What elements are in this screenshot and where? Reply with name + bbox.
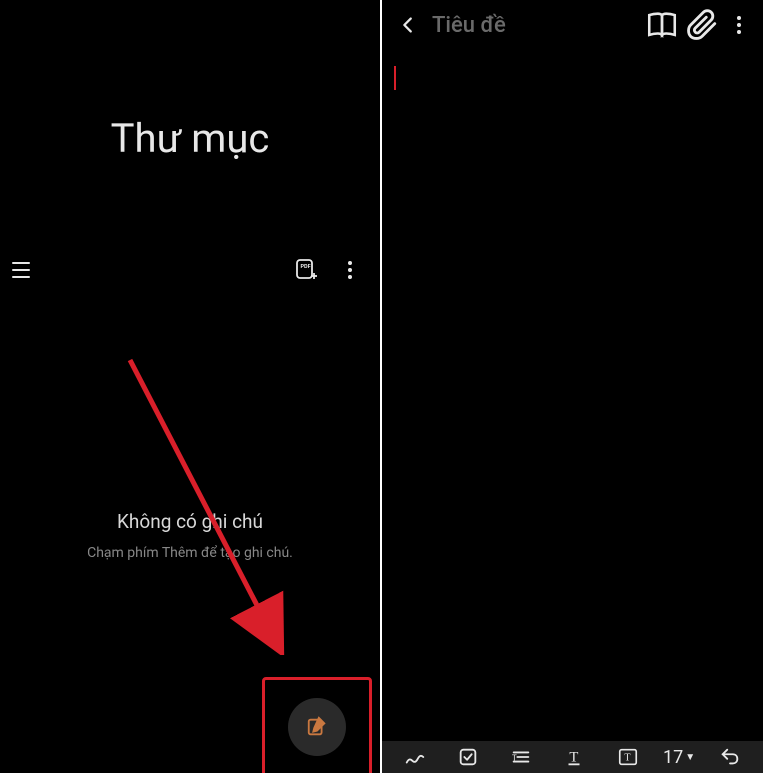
note-body[interactable] xyxy=(382,50,763,106)
editor-more-menu-icon[interactable] xyxy=(725,11,753,39)
back-button[interactable] xyxy=(392,9,424,41)
text-cursor xyxy=(394,66,396,90)
more-menu-icon[interactable] xyxy=(336,256,364,284)
annotation-arrow xyxy=(125,355,290,655)
svg-text:T: T xyxy=(624,753,630,764)
checkbox-icon[interactable] xyxy=(450,743,486,771)
text-box-icon[interactable]: T xyxy=(610,743,646,771)
empty-state-subtitle: Chạm phím Thêm để tạo ghi chú. xyxy=(0,545,380,561)
pdf-import-icon[interactable]: PDF xyxy=(292,256,320,284)
editor-toolbar: T T T 17▼ xyxy=(382,741,763,773)
menu-icon[interactable] xyxy=(8,255,38,285)
empty-state-title: Không có ghi chú xyxy=(0,510,380,533)
undo-icon[interactable] xyxy=(712,743,748,771)
handwriting-icon[interactable] xyxy=(397,743,433,771)
create-note-button[interactable] xyxy=(288,698,346,756)
attachment-icon[interactable] xyxy=(685,8,719,42)
svg-text:T: T xyxy=(570,750,579,766)
svg-text:PDF: PDF xyxy=(301,264,311,270)
text-format-icon[interactable]: T xyxy=(503,743,539,771)
fab-highlight-box xyxy=(262,677,372,773)
note-title-input[interactable]: Tiêu đề xyxy=(432,13,639,38)
empty-state: Không có ghi chú Chạm phím Thêm để tạo g… xyxy=(0,510,380,561)
font-size-selector[interactable]: 17▼ xyxy=(663,747,695,768)
text-style-icon[interactable]: T xyxy=(556,743,592,771)
folder-list-screen: Thư mục PDF Không có ghi chú Chạm phím T… xyxy=(0,0,380,773)
editor-header: Tiêu đề xyxy=(382,0,763,50)
note-editor-screen: Tiêu đề xyxy=(382,0,763,773)
reader-mode-icon[interactable] xyxy=(645,8,679,42)
folder-toolbar: PDF xyxy=(0,248,380,292)
folder-title: Thư mục xyxy=(0,115,380,162)
